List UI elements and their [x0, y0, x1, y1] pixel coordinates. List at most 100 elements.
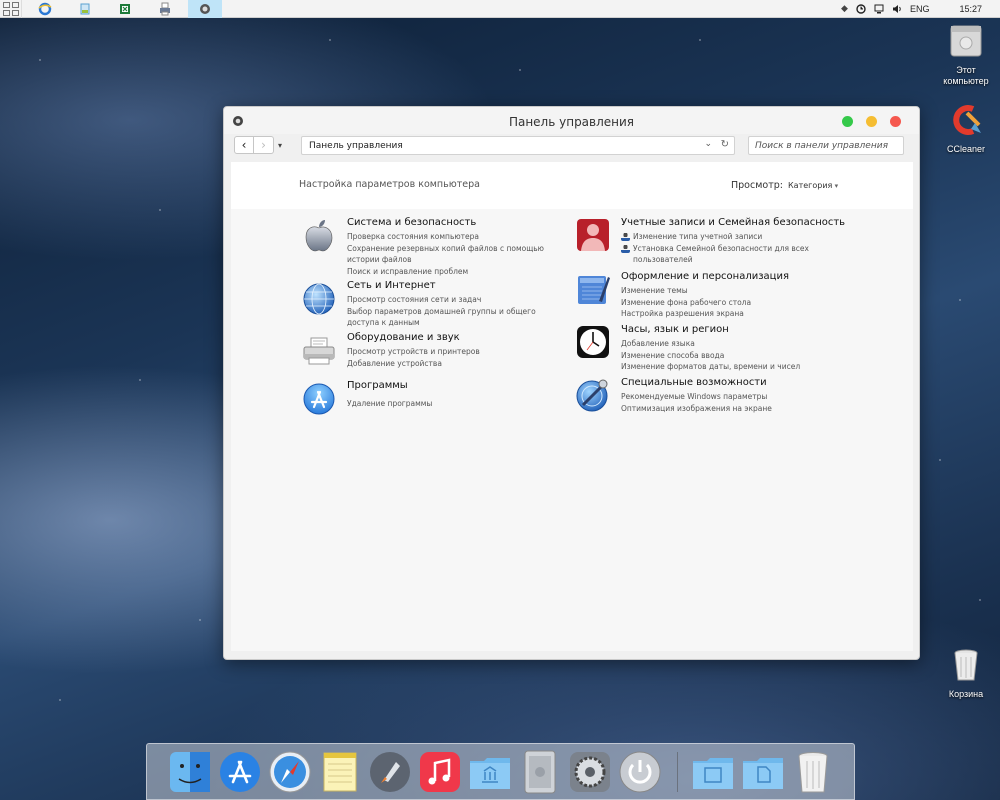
category-link[interactable]: Изменение способа ввода: [621, 350, 843, 362]
accessibility-icon: [576, 379, 608, 412]
power-icon[interactable]: [617, 749, 663, 795]
category-links: Проверка состояния компьютера Сохранение…: [347, 231, 569, 277]
view-label: Просмотр:: [731, 180, 783, 191]
category-link[interactable]: Добавление устройства: [347, 358, 569, 370]
desktop-icon-this-pc[interactable]: Этот компьютер: [934, 24, 998, 87]
page-subtitle: Настройка параметров компьютера: [299, 179, 480, 190]
trash-icon[interactable]: [790, 749, 836, 795]
taskbar-paint[interactable]: [68, 0, 102, 18]
excel-icon: [120, 3, 130, 14]
system-preferences-icon[interactable]: [567, 749, 613, 795]
category-title[interactable]: Оборудование и звук: [347, 332, 460, 343]
safari-icon[interactable]: [267, 749, 313, 795]
category-link[interactable]: Изменение темы: [621, 285, 843, 297]
address-text: Панель управления: [309, 140, 403, 151]
tray-chevron-icon[interactable]: ◆: [841, 4, 848, 14]
category-title[interactable]: Программы: [347, 380, 408, 391]
close-button[interactable]: [890, 116, 901, 127]
category-title[interactable]: Часы, язык и регион: [621, 324, 729, 335]
app-store-icon: [303, 383, 335, 415]
category-link[interactable]: Добавление языка: [621, 338, 843, 350]
category-link[interactable]: Изменение форматов даты, времени и чисел: [621, 361, 843, 373]
control-panel-icon: [200, 3, 210, 14]
launchpad-icon[interactable]: [367, 749, 413, 795]
category-link[interactable]: Установка Семейной безопасности для всех…: [621, 243, 843, 266]
printer-icon: [160, 2, 170, 15]
computer-icon: [950, 25, 982, 57]
category-links: Добавление языка Изменение способа ввода…: [621, 338, 843, 373]
volume-icon[interactable]: [892, 4, 902, 14]
category-link[interactable]: Проверка состояния компьютера: [347, 231, 569, 243]
category-title[interactable]: Учетные записи и Семейная безопасность: [621, 217, 845, 228]
category-link[interactable]: Просмотр устройств и принтеров: [347, 346, 569, 358]
maximize-button[interactable]: [842, 116, 853, 127]
notes-icon[interactable]: [317, 749, 363, 795]
category-link[interactable]: Оптимизация изображения на экране: [621, 403, 843, 415]
itunes-icon[interactable]: [417, 749, 463, 795]
applications-folder-icon[interactable]: [467, 749, 513, 795]
category-link[interactable]: Поиск и исправление проблем: [347, 266, 569, 278]
category-links: Изменение типа учетной записи Установка …: [621, 231, 843, 266]
globe-icon: [303, 283, 335, 315]
start-button[interactable]: [0, 0, 22, 18]
system-tray: ◆ ENG 15:27: [841, 0, 1000, 18]
window-title: Панель управления: [508, 115, 635, 129]
category-link[interactable]: Просмотр состояния сети и задач: [347, 294, 569, 306]
refresh-icon[interactable]: ↻: [721, 139, 729, 150]
taskbar-printer[interactable]: [148, 0, 182, 18]
category-title[interactable]: Система и безопасность: [347, 217, 476, 228]
chevron-down-icon[interactable]: ⌄: [704, 139, 712, 149]
search-input[interactable]: Поиск в панели управления: [748, 136, 904, 155]
category-link[interactable]: Удаление программы: [347, 398, 569, 410]
finder-icon[interactable]: [167, 749, 213, 795]
app-store-dock-icon[interactable]: [217, 749, 263, 795]
recent-pages-button[interactable]: ▾: [274, 136, 286, 154]
taskbar-control-panel[interactable]: [188, 0, 222, 18]
network-icon[interactable]: [874, 4, 884, 14]
category-links: Просмотр устройств и принтеров Добавлени…: [347, 346, 569, 369]
category-link[interactable]: Выбор параметров домашней группы и общег…: [347, 306, 569, 329]
category-link[interactable]: Настройка разрешения экрана: [621, 308, 843, 320]
content-header: Настройка параметров компьютера Просмотр…: [231, 162, 913, 209]
category-links: Удаление программы: [347, 398, 569, 410]
category-title[interactable]: Специальные возможности: [621, 377, 767, 388]
language-indicator[interactable]: ENG: [910, 4, 930, 14]
clock[interactable]: 15:27: [959, 4, 982, 14]
downloads-folder-icon[interactable]: [740, 749, 786, 795]
category-list: Система и безопасность Проверка состояни…: [231, 209, 913, 651]
desktop-icon-recycle-bin[interactable]: Корзина: [934, 648, 998, 700]
taskbar-excel[interactable]: [108, 0, 142, 18]
dock-separator: [677, 752, 678, 792]
mac-pro-icon[interactable]: [517, 749, 563, 795]
desktop-icon-ccleaner[interactable]: CCleaner: [934, 103, 998, 155]
dock: [146, 743, 855, 800]
apple-icon: [305, 220, 333, 252]
paint-icon: [80, 3, 90, 14]
category-link[interactable]: Сохранение резервных копий файлов с помо…: [347, 243, 569, 266]
category-link[interactable]: Рекомендуемые Windows параметры: [621, 391, 843, 403]
printer-icon: [303, 337, 335, 365]
documents-folder-icon[interactable]: [690, 749, 736, 795]
ccleaner-icon: [953, 105, 981, 135]
taskbar-ie[interactable]: [28, 0, 62, 18]
desktop-icon-label: Корзина: [948, 689, 984, 699]
forward-button[interactable]: ›: [254, 136, 274, 154]
window-controls: [842, 116, 901, 127]
category-link[interactable]: Изменение фона рабочего стола: [621, 297, 843, 309]
address-bar[interactable]: Панель управления ⌄ ↻: [301, 136, 735, 155]
category-title[interactable]: Оформление и персонализация: [621, 271, 789, 282]
category-title[interactable]: Сеть и Интернет: [347, 280, 436, 291]
ie-icon: [38, 2, 52, 15]
view-dropdown[interactable]: Категория: [788, 181, 838, 190]
category-links: Рекомендуемые Windows параметры Оптимиза…: [621, 391, 843, 414]
category-links: Изменение темы Изменение фона рабочего с…: [621, 285, 843, 320]
control-panel-window: Панель управления ‹ › ▾ Панель управлени…: [223, 106, 920, 660]
back-button[interactable]: ‹: [234, 136, 254, 154]
desktop-icon-label: CCleaner: [946, 144, 986, 154]
clock-icon: [577, 326, 609, 358]
category-link[interactable]: Изменение типа учетной записи: [621, 231, 843, 243]
user-accounts-icon: [577, 219, 609, 251]
window-titlebar[interactable]: Панель управления: [224, 107, 919, 134]
clock-tray-icon[interactable]: [856, 3, 866, 14]
minimize-button[interactable]: [866, 116, 877, 127]
